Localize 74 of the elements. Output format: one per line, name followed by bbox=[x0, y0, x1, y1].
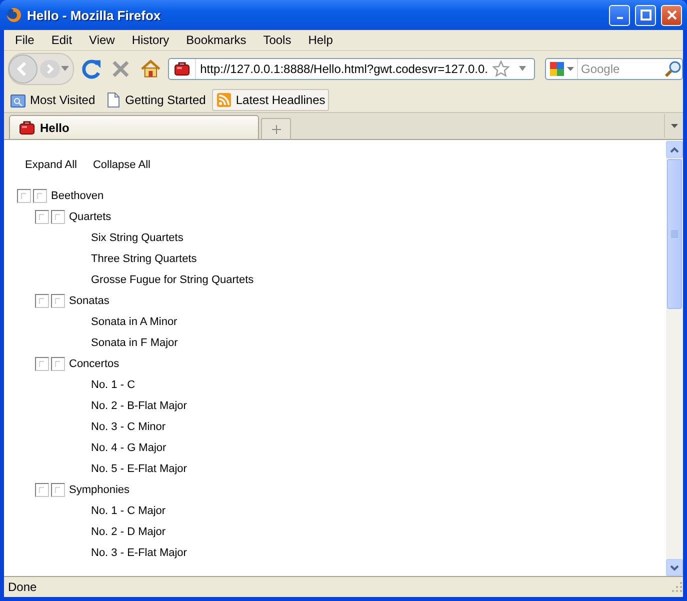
tree-item[interactable]: Beethoven bbox=[51, 190, 104, 202]
toggle-icon[interactable] bbox=[35, 210, 49, 224]
tree-item[interactable]: Sonatas bbox=[69, 294, 110, 306]
maximize-icon bbox=[638, 8, 652, 22]
toggle-icon[interactable] bbox=[35, 356, 49, 370]
grip-icon bbox=[671, 230, 678, 238]
status-text: Done bbox=[8, 580, 38, 594]
close-button[interactable] bbox=[661, 4, 682, 26]
broken-image-icon bbox=[51, 482, 65, 496]
broken-image-icon bbox=[33, 188, 47, 202]
broken-image-icon bbox=[51, 210, 65, 224]
reload-icon[interactable] bbox=[80, 57, 104, 81]
menu-item[interactable]: Tools bbox=[254, 33, 300, 47]
tree-item[interactable]: Sonata in F Major bbox=[91, 336, 178, 348]
menu-item[interactable]: View bbox=[80, 33, 123, 47]
bookmark-item[interactable]: Latest Headlines bbox=[212, 88, 330, 110]
tree-item[interactable]: No. 3 - E-Flat Major bbox=[91, 546, 187, 558]
minimize-button[interactable] bbox=[609, 4, 630, 26]
search-engine-icon[interactable] bbox=[548, 61, 565, 77]
tree-item[interactable]: No. 1 - C bbox=[91, 378, 136, 390]
dropdown-arrow-icon bbox=[670, 124, 678, 128]
folder-icon bbox=[10, 92, 26, 108]
chevron-down-icon[interactable] bbox=[670, 564, 679, 570]
browser-tab[interactable]: Hello bbox=[9, 115, 259, 139]
link[interactable]: Collapse All bbox=[84, 159, 158, 171]
resize-grip-icon[interactable] bbox=[671, 581, 683, 593]
tree-item[interactable]: No. 2 - B-Flat Major bbox=[91, 400, 187, 412]
tree-item[interactable]: Quartets bbox=[69, 210, 112, 222]
search-field[interactable]: Google bbox=[578, 62, 664, 76]
close-icon bbox=[664, 8, 678, 22]
plus-icon bbox=[272, 124, 280, 134]
toolbox-icon bbox=[18, 120, 36, 136]
link[interactable]: Expand All bbox=[17, 159, 85, 171]
page-icon bbox=[105, 92, 122, 108]
toggle-icon[interactable] bbox=[35, 294, 49, 308]
tree-item[interactable]: Sonata in A Minor bbox=[91, 316, 178, 328]
dropdown-arrow-icon[interactable] bbox=[61, 66, 69, 72]
tree-item[interactable]: No. 3 - C Minor bbox=[91, 420, 166, 432]
new-tab-button[interactable] bbox=[261, 118, 291, 139]
broken-image-icon bbox=[51, 356, 65, 370]
menu-item[interactable]: Edit bbox=[42, 33, 80, 47]
bookmark-item[interactable]: Getting Started bbox=[101, 88, 210, 110]
toolbox-icon bbox=[173, 61, 192, 77]
menu-item[interactable]: Help bbox=[299, 33, 341, 47]
tree-item[interactable]: Grosse Fugue for String Quartets bbox=[91, 274, 254, 286]
address-bar[interactable]: http://127.0.0.1:8888/Hello.html?gwt.codesvr=127.0.0. bbox=[168, 58, 535, 80]
tree-item[interactable]: Concertos bbox=[69, 358, 120, 370]
tree-item[interactable]: No. 4 - G Major bbox=[91, 442, 166, 454]
star-icon[interactable] bbox=[492, 60, 510, 78]
toggle-icon[interactable] bbox=[17, 188, 31, 202]
tree-item[interactable]: No. 1 - C Major bbox=[91, 504, 166, 516]
menu-item[interactable]: File bbox=[6, 33, 42, 47]
bookmark-item[interactable]: Most Visited bbox=[6, 88, 100, 110]
menu-item[interactable]: History bbox=[122, 33, 178, 47]
tree-item[interactable]: Three String Quartets bbox=[91, 252, 197, 264]
url-text: http://127.0.0.1:8888/Hello.html?gwt.codesvr=127.0.0. bbox=[200, 62, 488, 76]
search-bar[interactable]: Google bbox=[544, 58, 683, 80]
back-button[interactable] bbox=[7, 53, 39, 85]
tree-item[interactable]: Symphonies bbox=[69, 484, 130, 496]
maximize-button[interactable] bbox=[635, 4, 656, 26]
toggle-icon[interactable] bbox=[35, 482, 49, 496]
browser-logo-icon bbox=[6, 7, 22, 23]
search-icon[interactable] bbox=[664, 60, 682, 78]
broken-image-icon bbox=[51, 294, 65, 308]
tree-item[interactable]: Six String Quartets bbox=[91, 232, 184, 244]
tree-item[interactable]: No. 2 - D Major bbox=[91, 526, 166, 538]
minimize-icon bbox=[616, 17, 622, 19]
dropdown-arrow-icon[interactable] bbox=[566, 66, 574, 72]
window-title: Hello - Mozilla Firefox bbox=[27, 8, 162, 22]
tree-item[interactable]: No. 5 - E-Flat Major bbox=[91, 462, 187, 474]
scrollbar[interactable] bbox=[666, 141, 683, 576]
chevron-up-icon[interactable] bbox=[670, 146, 679, 152]
menu-item[interactable]: Bookmarks bbox=[177, 33, 254, 47]
feed-icon bbox=[216, 92, 232, 108]
